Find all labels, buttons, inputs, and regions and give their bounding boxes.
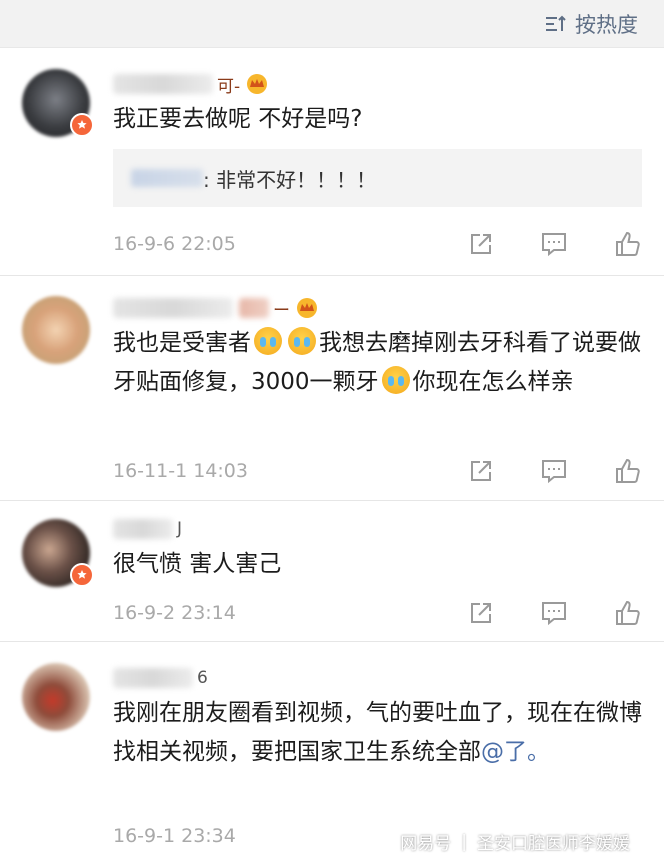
comment-icon[interactable]	[540, 231, 568, 257]
watermark-author: 圣安口腔医师李媛媛	[477, 834, 630, 854]
mention-link[interactable]: @了。	[481, 739, 550, 765]
share-icon[interactable]	[468, 231, 494, 257]
comment-item: 可- 我正要去做呢 不好是吗? : 非常不好！！！！ 16-9-6 22:05	[0, 48, 664, 276]
like-icon[interactable]	[614, 457, 642, 485]
share-icon[interactable]	[468, 458, 494, 484]
timestamp: 16-9-6 22:05	[113, 233, 236, 255]
reply-box[interactable]: : 非常不好！！！！	[113, 149, 642, 207]
comment-text: 我刚在朋友圈看到视频，气的要吐血了，现在在微博找相关视频，要把国家卫生系统全部@…	[113, 700, 642, 765]
comment-text: 很气愤 害人害己	[113, 551, 282, 577]
sort-by-hot-button[interactable]: 按热度	[545, 9, 638, 39]
comment-text: 我也是受害者 我想去磨掉刚去牙科看了说要做牙贴面修复，3000一颗牙 你现在怎么样亲	[113, 324, 642, 402]
top-bar: 按热度	[0, 0, 664, 48]
username[interactable]: 6	[113, 664, 642, 692]
comment-text: 我正要去做呢 不好是吗?	[113, 106, 363, 132]
comment-icon[interactable]	[540, 458, 568, 484]
timestamp: 16-9-2 23:14	[113, 602, 236, 624]
avatar[interactable]	[22, 296, 90, 364]
avatar[interactable]	[22, 69, 94, 137]
sort-label: 按热度	[575, 12, 638, 37]
avatar[interactable]	[22, 663, 90, 731]
crying-emoji-icon	[381, 366, 410, 394]
reply-text: : 非常不好！！！！	[203, 167, 377, 192]
like-icon[interactable]	[614, 230, 642, 258]
verified-badge-icon	[70, 563, 94, 587]
comment-item: ー 我也是受害者 我想去磨掉刚去牙科看了说要做牙贴面修复，3000一颗牙 你现在怎么…	[0, 276, 664, 501]
like-icon[interactable]	[614, 599, 642, 627]
comment-icon[interactable]	[540, 600, 568, 626]
username[interactable]: ー	[113, 294, 642, 322]
crown-icon	[247, 74, 268, 94]
crying-emoji-icon	[288, 327, 316, 355]
sort-icon	[546, 15, 566, 31]
watermark: 网易号 | 圣安口腔医师李媛媛	[400, 829, 630, 855]
comment-item: J 很气愤 害人害己 16-9-2 23:14	[0, 501, 664, 642]
avatar[interactable]	[22, 519, 94, 587]
verified-badge-icon	[70, 113, 94, 137]
username[interactable]: J	[113, 515, 642, 543]
crown-icon	[297, 298, 317, 318]
timestamp: 16-9-1 23:34	[113, 825, 236, 847]
timestamp: 16-11-1 14:03	[113, 460, 248, 482]
share-icon[interactable]	[468, 600, 494, 626]
crying-emoji-icon	[254, 327, 282, 355]
username[interactable]: 可-	[113, 70, 642, 98]
watermark-brand: 网易号	[400, 834, 452, 854]
